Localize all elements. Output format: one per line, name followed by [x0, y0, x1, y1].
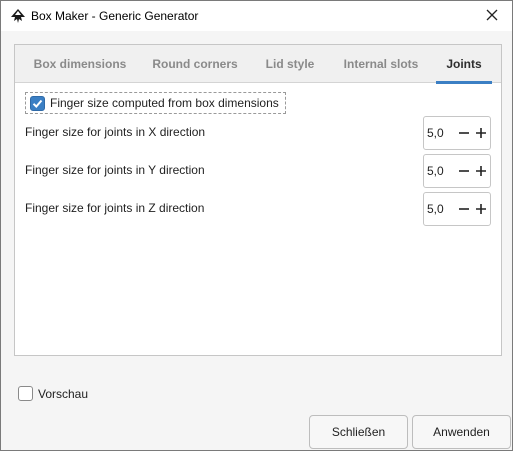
finger-y-spinbox[interactable]: 5,0	[423, 154, 491, 188]
preview-label: Vorschau	[38, 386, 89, 401]
close-icon	[486, 9, 498, 24]
close-button[interactable]	[472, 1, 512, 31]
tab-label: Internal slots	[343, 57, 419, 71]
checkmark-icon	[32, 99, 43, 108]
tab-joints[interactable]: Joints	[436, 45, 492, 84]
finger-z-spinbox[interactable]: 5,0	[423, 192, 491, 226]
tab-bar: Box dimensions Round corners Lid style I…	[15, 45, 501, 84]
dialog-window: Box Maker - Generic Generator Box dimens…	[0, 0, 513, 451]
tab-lid-style[interactable]: Lid style	[255, 45, 325, 83]
tab-label: Box dimensions	[33, 57, 127, 71]
auto-finger-label: Finger size computed from box dimensions	[50, 96, 279, 110]
plus-icon[interactable]	[473, 155, 490, 187]
tab-label: Joints	[446, 57, 482, 71]
finger-y-label: Finger size for joints in Y direction	[25, 163, 205, 177]
tab-box-dimensions[interactable]: Box dimensions	[25, 45, 135, 83]
preview-checkbox[interactable]	[18, 386, 33, 401]
apply-button[interactable]: Anwenden	[412, 415, 511, 449]
plus-icon[interactable]	[473, 117, 490, 149]
tab-round-corners[interactable]: Round corners	[143, 45, 247, 83]
auto-finger-checkbox-row[interactable]: Finger size computed from box dimensions	[25, 92, 286, 114]
minus-icon[interactable]	[455, 155, 472, 187]
plus-icon[interactable]	[473, 193, 490, 225]
tab-label: Lid style	[265, 57, 315, 71]
tab-notebook: Box dimensions Round corners Lid style I…	[14, 44, 502, 356]
window-title: Box Maker - Generic Generator	[31, 9, 199, 23]
inkscape-icon	[10, 8, 26, 24]
finger-z-value[interactable]: 5,0	[424, 202, 455, 216]
minus-icon[interactable]	[455, 193, 472, 225]
close-button-label: Schließen	[331, 425, 386, 439]
finger-z-label: Finger size for joints in Z direction	[25, 201, 205, 215]
finger-y-value[interactable]: 5,0	[424, 164, 455, 178]
finger-x-label: Finger size for joints in X direction	[25, 125, 206, 139]
preview-checkbox-row[interactable]: Vorschau	[18, 386, 88, 401]
finger-x-value[interactable]: 5,0	[424, 126, 455, 140]
finger-x-spinbox[interactable]: 5,0	[423, 116, 491, 150]
tab-label: Round corners	[152, 57, 238, 71]
auto-finger-checkbox[interactable]	[30, 95, 45, 111]
tab-internal-slots[interactable]: Internal slots	[333, 45, 429, 83]
apply-button-label: Anwenden	[433, 425, 490, 439]
minus-icon[interactable]	[455, 117, 472, 149]
close-dialog-button[interactable]: Schließen	[309, 415, 408, 449]
title-bar[interactable]: Box Maker - Generic Generator	[1, 1, 512, 31]
